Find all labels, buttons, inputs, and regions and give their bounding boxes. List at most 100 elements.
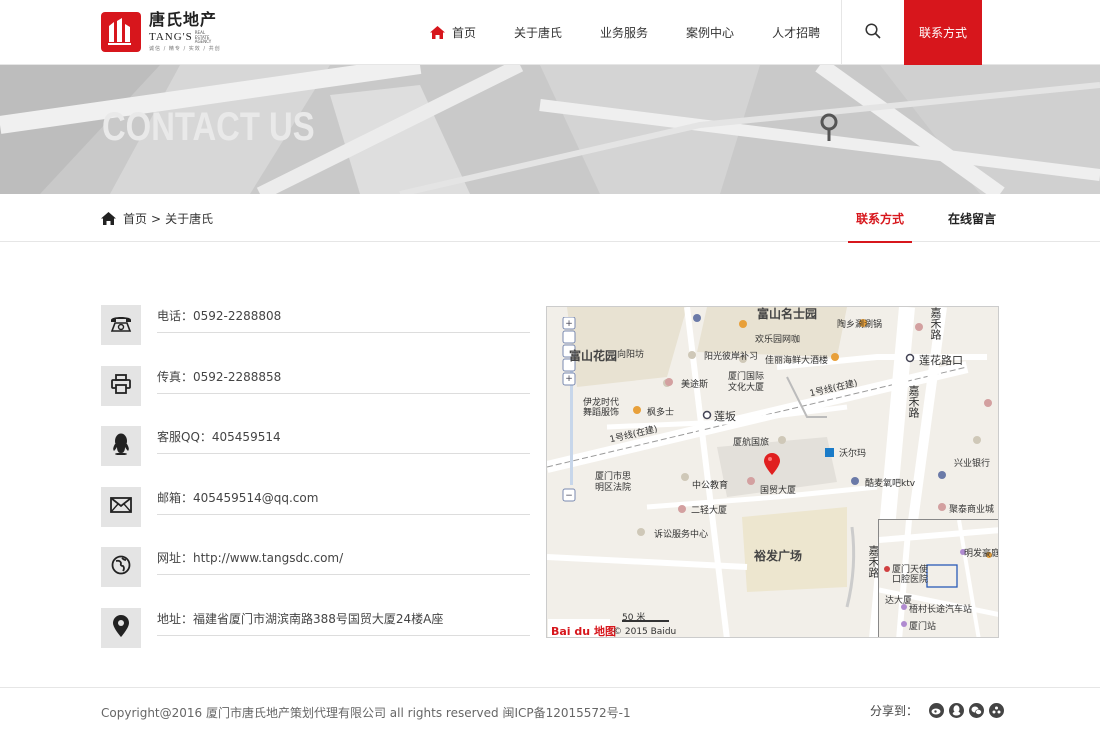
- map-label: 沃尔玛: [839, 449, 867, 459]
- map-label: 兴业银行: [954, 459, 991, 469]
- nav-item-cases[interactable]: 案例中心: [686, 24, 734, 41]
- map-copyright: © 2015 Baidu: [613, 627, 677, 637]
- map-marker-icon[interactable]: [764, 453, 780, 475]
- contact-qq-text: 客服QQ：405459514: [157, 416, 530, 454]
- nav-item-about[interactable]: 关于唐氏: [514, 24, 562, 41]
- map-label: 明发豪庭: [964, 549, 999, 559]
- contact-nav-button[interactable]: 联系方式: [904, 0, 982, 65]
- qq-icon: [112, 433, 130, 459]
- share-label: 分享到：: [870, 704, 919, 718]
- share-bar: 分享到：: [870, 702, 1005, 719]
- map-label: 富山名士园: [757, 307, 818, 321]
- search-icon: [865, 22, 881, 43]
- banner-title: CONTACT US: [102, 105, 315, 149]
- weibo-icon[interactable]: [929, 703, 945, 718]
- logo-tagline: 诚信 / 精专 / 实效 / 共创: [149, 45, 221, 52]
- contact-fax-text: 传真：0592-2288858: [157, 356, 530, 394]
- page-banner: CONTACT US: [0, 65, 1100, 194]
- map-label: 舞蹈服饰: [583, 408, 620, 418]
- map-label: 美途斯: [681, 380, 709, 390]
- map-label: 枫多士: [647, 408, 675, 418]
- map-label: 裕发广场: [754, 549, 803, 563]
- map-label: 二轻大厦: [691, 506, 728, 516]
- logo-cn: 唐氏地产: [149, 10, 218, 30]
- breadcrumb-home[interactable]: 首页: [123, 210, 147, 227]
- map-label: 嘉禾路: [929, 307, 942, 340]
- map-label: 佳丽海鲜大酒楼: [765, 356, 829, 366]
- tab-contact[interactable]: 联系方式: [848, 194, 913, 243]
- contact-item-fax: 传真：0592-2288858: [101, 356, 530, 417]
- search-button[interactable]: [841, 0, 904, 65]
- map-label: 厦航国旅: [733, 438, 770, 448]
- globe-icon: [111, 555, 131, 579]
- contact-item-phone: 电话：0592-2288808: [101, 295, 530, 356]
- nav-item-label: 人才招聘: [772, 26, 821, 40]
- map-label: 欢乐园网咖: [755, 335, 801, 345]
- contact-item-website: 网址：http://www.tangsdc.com/: [101, 537, 530, 598]
- map-label: 富山花园: [569, 349, 618, 363]
- location-map[interactable]: + + − 富山名士园 陶乡涮涮锅 欢乐园网咖 向阳坊 阳光彼岸补习 佳丽海鲜大…: [546, 306, 999, 638]
- logo-mark-icon: [101, 12, 141, 52]
- map-label: 中公教育: [692, 481, 729, 491]
- map-label: 明区法院: [595, 483, 632, 493]
- contact-website-text[interactable]: 网址：http://www.tangsdc.com/: [157, 537, 530, 575]
- home-icon: [101, 212, 116, 225]
- sub-tabs: 联系方式 在线留言: [848, 194, 1032, 243]
- nav-item-careers[interactable]: 人才招聘: [772, 24, 820, 41]
- map-label: 莲花路口: [919, 354, 963, 367]
- nav-item-label: 业务服务: [600, 26, 649, 40]
- home-icon: [430, 26, 445, 39]
- phone-icon: [110, 314, 132, 336]
- nav-item-label: 案例中心: [686, 26, 735, 40]
- breadcrumb-current[interactable]: 关于唐氏: [165, 210, 213, 227]
- site-footer: Copyright@2016 厦门市唐氏地产策划代理有限公司 all right…: [0, 687, 1100, 732]
- map-label: 梧村长途汽车站: [909, 605, 973, 615]
- main-nav: 首页 关于唐氏 业务服务 案例中心 人才招聘: [430, 0, 858, 65]
- svg-text:−: −: [565, 491, 573, 501]
- nav-item-home[interactable]: 首页: [430, 24, 476, 41]
- footer-copyright: Copyright@2016 厦门市唐氏地产策划代理有限公司 all right…: [101, 706, 631, 720]
- nav-item-label: 首页: [452, 26, 477, 40]
- contact-address-text: 地址：福建省厦门市湖滨南路388号国贸大厦24楼A座: [157, 598, 530, 636]
- logo[interactable]: 唐氏地产 TANG'S REAL ESTATE AGENCY 诚信 / 精专 /…: [101, 12, 221, 52]
- tab-message[interactable]: 在线留言: [940, 194, 1004, 242]
- mail-icon: [110, 496, 132, 517]
- contact-item-address: 地址：福建省厦门市湖滨南路388号国贸大厦24楼A座: [101, 598, 530, 659]
- baidu-logo: Bai du 地图: [551, 625, 616, 638]
- map-label: 酷麦氧吧ktv: [865, 479, 916, 489]
- map-overview[interactable]: 明发豪庭 厦门天使 口腔医院 达大厦 梧村长途汽车站 厦门站: [878, 519, 999, 637]
- map-label: 达大厦: [885, 596, 913, 606]
- contact-item-qq: 客服QQ：405459514: [101, 416, 530, 477]
- map-label: 陶乡涮涮锅: [837, 320, 883, 330]
- nav-item-label: 关于唐氏: [514, 26, 563, 40]
- breadcrumb: 首页 > 关于唐氏: [101, 210, 213, 227]
- map-label: 阳光彼岸补习: [704, 352, 759, 362]
- map-label: 厦门站: [909, 622, 937, 632]
- renren-icon[interactable]: [989, 703, 1005, 718]
- svg-text:+: +: [565, 319, 573, 329]
- qq-share-icon[interactable]: [949, 703, 965, 718]
- svg-text:+: +: [565, 374, 573, 384]
- logo-en: TANG'S: [149, 31, 193, 44]
- map-label: 文化大厦: [728, 383, 765, 393]
- map-label: 口腔医院: [892, 575, 929, 585]
- map-label: 聚泰商业城: [949, 505, 995, 515]
- map-scale: 50 米: [622, 613, 646, 623]
- contact-list: 电话：0592-2288808 传真：0592-2288858 客服QQ：405…: [101, 295, 530, 658]
- fax-icon: [111, 373, 131, 398]
- sub-navigation-bar: 首页 > 关于唐氏 联系方式 在线留言: [0, 194, 1100, 243]
- wechat-icon[interactable]: [969, 703, 985, 718]
- map-label: 嘉禾路: [907, 385, 920, 418]
- location-icon: [113, 614, 129, 641]
- site-header: 唐氏地产 TANG'S REAL ESTATE AGENCY 诚信 / 精专 /…: [0, 0, 1100, 65]
- logo-en-small: REAL ESTATE AGENCY: [194, 30, 212, 45]
- map-label: 向阳坊: [617, 350, 645, 360]
- contact-phone-text: 电话：0592-2288808: [157, 295, 530, 333]
- nav-item-services[interactable]: 业务服务: [600, 24, 648, 41]
- map-label: 国贸大厦: [760, 486, 797, 496]
- map-label: 莲坂: [714, 410, 736, 423]
- contact-item-email: 邮箱：405459514@qq.com: [101, 477, 530, 538]
- contact-email-text: 邮箱：405459514@qq.com: [157, 477, 530, 515]
- breadcrumb-separator: >: [151, 211, 162, 226]
- map-label: 诉讼服务中心: [654, 530, 709, 540]
